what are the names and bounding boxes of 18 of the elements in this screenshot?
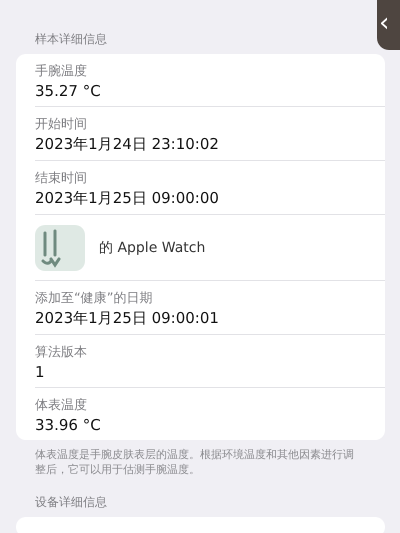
footnote-text: 体表温度是手腕皮肤表层的温度。根据环境温度和其他因素进行调整后，它可以用于估测手腕温度。 (34, 447, 355, 478)
app-icon (35, 225, 85, 271)
field-value: 33.96 °C (35, 416, 102, 434)
field-label: 添加至“健康”的日期 (35, 290, 154, 307)
field-label: 体表温度 (35, 397, 88, 414)
field-label: 手腕温度 (35, 63, 88, 80)
field-value: 35.27 °C (35, 82, 102, 100)
field-label: 算法版本 (35, 344, 88, 361)
field-value: 2023年1月24日 23:10:02 (35, 135, 220, 154)
section-header: 样本详细信息 (34, 31, 108, 48)
field-value: 1 (35, 363, 46, 381)
field-value: 2023年1月25日 09:00:01 (35, 309, 220, 328)
source-device-text: 的 Apple Watch (99, 239, 206, 257)
field-label: 结束时间 (35, 170, 88, 187)
back-button[interactable]: ‹ (377, 0, 400, 50)
field-value: 2023年1月25日 09:00:00 (35, 189, 220, 208)
field-label: 开始时间 (35, 116, 88, 133)
section-header: 设备详细信息 (34, 494, 108, 511)
